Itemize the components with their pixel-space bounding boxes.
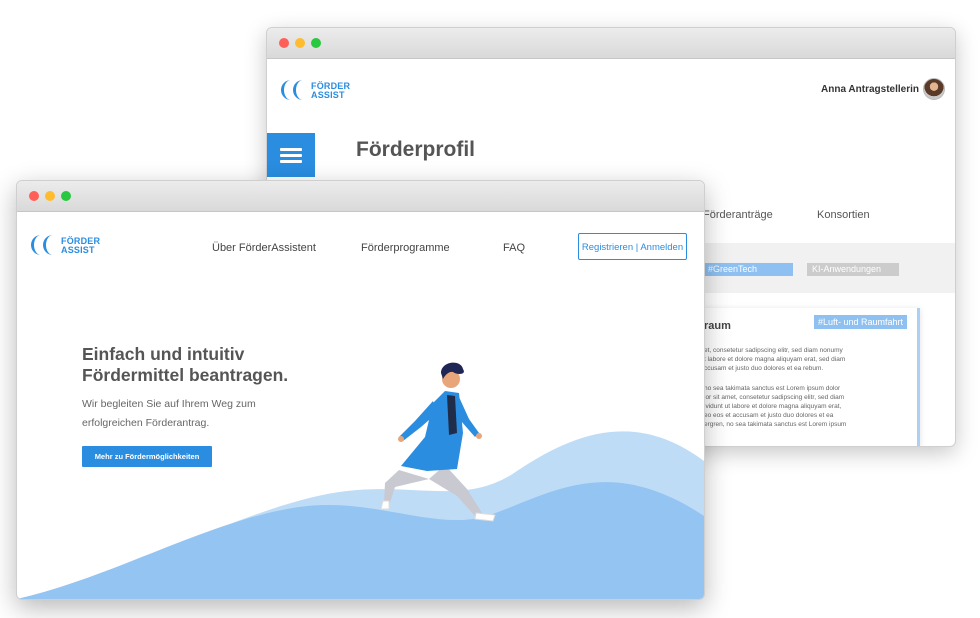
minimize-window-button[interactable] <box>295 38 305 48</box>
hamburger-menu-button[interactable] <box>267 133 315 177</box>
logo-wordmark: FÖRDER ASSIST <box>311 81 351 100</box>
maximize-window-button[interactable] <box>61 191 71 201</box>
hero-subtext: Wir begleiten Sie auf Ihrem Weg zum erfo… <box>82 398 256 429</box>
user-name[interactable]: Anna Antragstellerin <box>821 84 919 95</box>
project-card-text: et, consetetur sadipscing elitr, sed dia… <box>704 347 846 372</box>
tag-greentech[interactable]: #GreenTech <box>703 263 793 276</box>
tab-foerderantraege[interactable]: Förderanträge <box>703 209 773 221</box>
project-card-title: raum <box>704 320 731 332</box>
foerderassist-logo-icon[interactable] <box>29 233 63 257</box>
register-login-button[interactable]: Registrieren | Anmelden <box>578 233 687 260</box>
project-card-text: no sea takimata sanctus est Lorem ipsum … <box>704 385 847 428</box>
page-title: Förderprofil <box>356 138 475 161</box>
minimize-window-button[interactable] <box>45 191 55 201</box>
foerderassist-logo-icon[interactable] <box>279 78 313 102</box>
tag-ki-anwendungen[interactable]: KI-Anwendungen <box>807 263 899 276</box>
nav-faq[interactable]: FAQ <box>503 242 525 254</box>
nav-foerderprogramme[interactable]: Förderprogramme <box>361 242 450 254</box>
window-titlebar <box>267 28 955 59</box>
close-window-button[interactable] <box>279 38 289 48</box>
front-browser-window: FÖRDER ASSIST Über FörderAssistent Förde… <box>16 180 705 600</box>
project-card-tag[interactable]: #Luft- und Raumfahrt <box>814 315 908 329</box>
user-avatar[interactable] <box>923 78 945 100</box>
hero-headline: Einfach und intuitiv Fördermittel beantr… <box>82 344 289 385</box>
window-titlebar <box>17 181 704 212</box>
nav-ueber[interactable]: Über FörderAssistent <box>212 242 316 254</box>
menu-icon <box>280 148 302 151</box>
close-window-button[interactable] <box>29 191 39 201</box>
learn-more-button[interactable]: Mehr zu Fördermöglichkeiten <box>82 446 212 467</box>
maximize-window-button[interactable] <box>311 38 321 48</box>
tab-konsortien[interactable]: Konsortien <box>817 209 870 221</box>
logo-wordmark: FÖRDER ASSIST <box>61 236 101 255</box>
